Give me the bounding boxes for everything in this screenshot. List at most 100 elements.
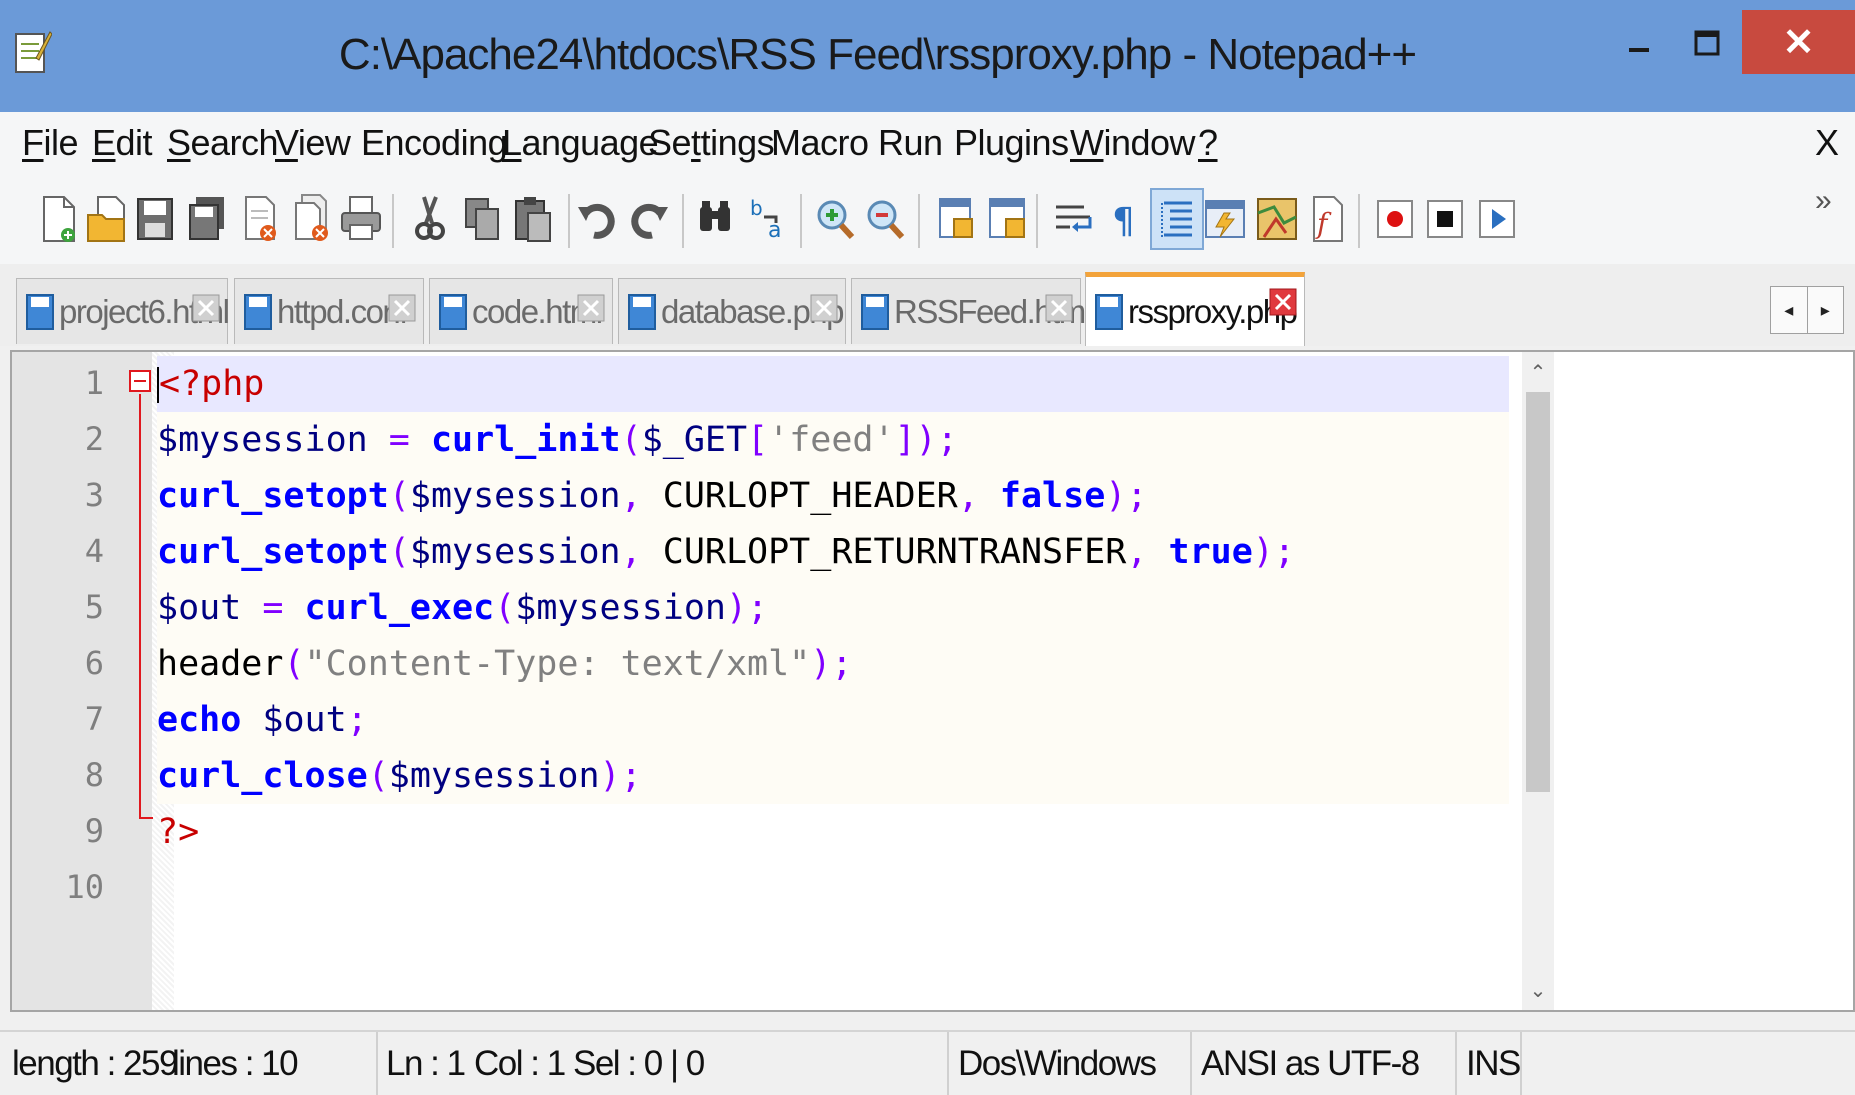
show-all-characters-button[interactable]: ¶: [1098, 188, 1152, 250]
cut-button[interactable]: [402, 188, 456, 250]
code-line[interactable]: curl_setopt($mysession, CURLOPT_RETURNTR…: [157, 524, 1509, 580]
menu-view[interactable]: View: [275, 122, 351, 164]
zoom-in-button[interactable]: [808, 188, 862, 250]
status-separator: [1520, 1032, 1522, 1095]
menu-file[interactable]: File: [22, 122, 79, 164]
code-line[interactable]: $mysession = curl_init($_GET['feed']);: [157, 412, 1509, 468]
tab-close-icon[interactable]: [191, 293, 221, 323]
sync-vertical-button[interactable]: [930, 188, 984, 250]
tab-close-icon[interactable]: [809, 293, 839, 323]
replace-button[interactable]: ba: [742, 188, 796, 250]
menu-macro[interactable]: Macro: [771, 122, 869, 164]
menu-language[interactable]: Language: [502, 122, 659, 164]
tab-scroll-left-button[interactable]: ◂: [1771, 287, 1808, 333]
tab-code-html[interactable]: code.html: [429, 278, 613, 344]
fold-collapse-icon[interactable]: [129, 370, 151, 392]
copy-button[interactable]: [456, 188, 510, 250]
saved-file-icon: [628, 293, 656, 330]
find-button[interactable]: [688, 188, 742, 250]
menu-help[interactable]: ?: [1198, 122, 1218, 164]
code-token: );: [1105, 476, 1148, 516]
saved-file-icon: [861, 293, 889, 330]
save-all-button[interactable]: [180, 188, 234, 250]
code-area[interactable]: <?php $mysession = curl_init($_GET['feed'…: [157, 352, 1509, 1010]
new-file-button[interactable]: [32, 188, 86, 250]
record-macro-button[interactable]: [1368, 188, 1422, 250]
menu-window[interactable]: Window: [1070, 122, 1196, 164]
tab-close-icon[interactable]: [1044, 293, 1074, 323]
menu-run[interactable]: Run: [878, 122, 943, 164]
code-line[interactable]: header("Content-Type: text/xml");: [157, 636, 1509, 692]
code-line[interactable]: echo $out;: [157, 692, 1509, 748]
scroll-up-icon[interactable]: ⌃: [1522, 354, 1554, 390]
code-line[interactable]: curl_close($mysession);: [157, 748, 1509, 804]
code-token: 'feed': [768, 420, 895, 460]
saved-file-icon: [26, 293, 54, 330]
paste-button[interactable]: [506, 188, 560, 250]
function-list-button[interactable]: f: [1300, 188, 1354, 250]
save-button[interactable]: [128, 188, 182, 250]
menu-search[interactable]: Search: [167, 122, 279, 164]
sync-vertical-icon: [939, 198, 973, 238]
close-all-button[interactable]: [286, 188, 340, 250]
code-line[interactable]: $out = curl_exec($mysession);: [157, 580, 1509, 636]
code-line[interactable]: ?>: [157, 804, 1509, 860]
code-editor[interactable]: 1 2 3 4 5 6 7 8 9 10 <?php $mysession = curl_init(…: [10, 350, 1855, 1012]
status-length: length : 259: [12, 1044, 178, 1083]
menu-plugins[interactable]: Plugins: [954, 122, 1069, 164]
code-token: $mysession: [409, 532, 621, 572]
undo-button[interactable]: [570, 188, 624, 250]
tab-close-icon[interactable]: [387, 293, 417, 323]
tab-close-icon[interactable]: [1268, 287, 1298, 317]
document-map-button[interactable]: [1250, 188, 1304, 250]
tab-scroll-right-button[interactable]: ▸: [1808, 287, 1844, 333]
tab-httpd-conf[interactable]: httpd.conf: [234, 278, 424, 344]
status-separator: [1455, 1032, 1457, 1095]
open-file-icon: [87, 196, 125, 242]
menu-encoding[interactable]: Encoding: [361, 122, 508, 164]
indent-guide-button[interactable]: [1150, 188, 1204, 250]
stop-record-button[interactable]: [1418, 188, 1472, 250]
code-token: =: [388, 420, 410, 460]
tab-project6-html[interactable]: project6.html: [16, 278, 230, 344]
title-bar[interactable]: C:\Apache24\htdocs\RSS Feed\rssproxy.php…: [0, 0, 1855, 112]
code-token: echo: [157, 700, 242, 740]
close-window-button[interactable]: ✕: [1742, 10, 1855, 74]
close-document-button[interactable]: X: [1815, 122, 1839, 164]
close-file-icon: [245, 196, 276, 241]
play-macro-button[interactable]: [1470, 188, 1524, 250]
user-defined-language-button[interactable]: [1198, 188, 1252, 250]
minimize-button[interactable]: [1606, 12, 1672, 74]
zoom-out-button[interactable]: [858, 188, 912, 250]
scroll-down-icon[interactable]: ⌄: [1522, 972, 1554, 1008]
status-bar: length : 259 lines : 10 Ln : 1 Col : 1 S…: [0, 1030, 1855, 1095]
menu-edit[interactable]: Edit: [92, 122, 153, 164]
code-line[interactable]: <?php: [157, 356, 1509, 412]
undo-icon: [578, 203, 615, 239]
scrollbar-thumb[interactable]: [1526, 392, 1550, 792]
tab-rssfeed-html[interactable]: RSSFeed.html: [851, 278, 1092, 344]
code-token: (: [620, 420, 642, 460]
menu-settings[interactable]: Settings: [648, 122, 775, 164]
print-button[interactable]: [334, 188, 388, 250]
svg-text:¶: ¶: [1112, 201, 1135, 242]
code-token: CURLOPT_RETURNTRANSFER: [641, 532, 1127, 572]
redo-button[interactable]: [622, 188, 676, 250]
toolbar-overflow-icon[interactable]: »: [1815, 184, 1832, 218]
open-file-button[interactable]: [80, 188, 134, 250]
maximize-button[interactable]: [1674, 12, 1740, 74]
code-token: curl_close: [157, 756, 368, 796]
code-token: ,: [957, 476, 979, 516]
close-file-button[interactable]: [234, 188, 288, 250]
tab-rssproxy-php[interactable]: rssproxy.php: [1085, 272, 1305, 346]
code-line[interactable]: curl_setopt($mysession, CURLOPT_HEADER, …: [157, 468, 1509, 524]
tab-database-php[interactable]: database.php: [618, 278, 846, 344]
word-wrap-button[interactable]: [1046, 188, 1100, 250]
close-icon: ✕: [1782, 21, 1815, 64]
vertical-scrollbar[interactable]: ⌃ ⌄: [1522, 352, 1554, 1010]
tab-close-icon[interactable]: [576, 293, 606, 323]
sync-horizontal-button[interactable]: [980, 188, 1034, 250]
code-line[interactable]: [157, 860, 1509, 916]
